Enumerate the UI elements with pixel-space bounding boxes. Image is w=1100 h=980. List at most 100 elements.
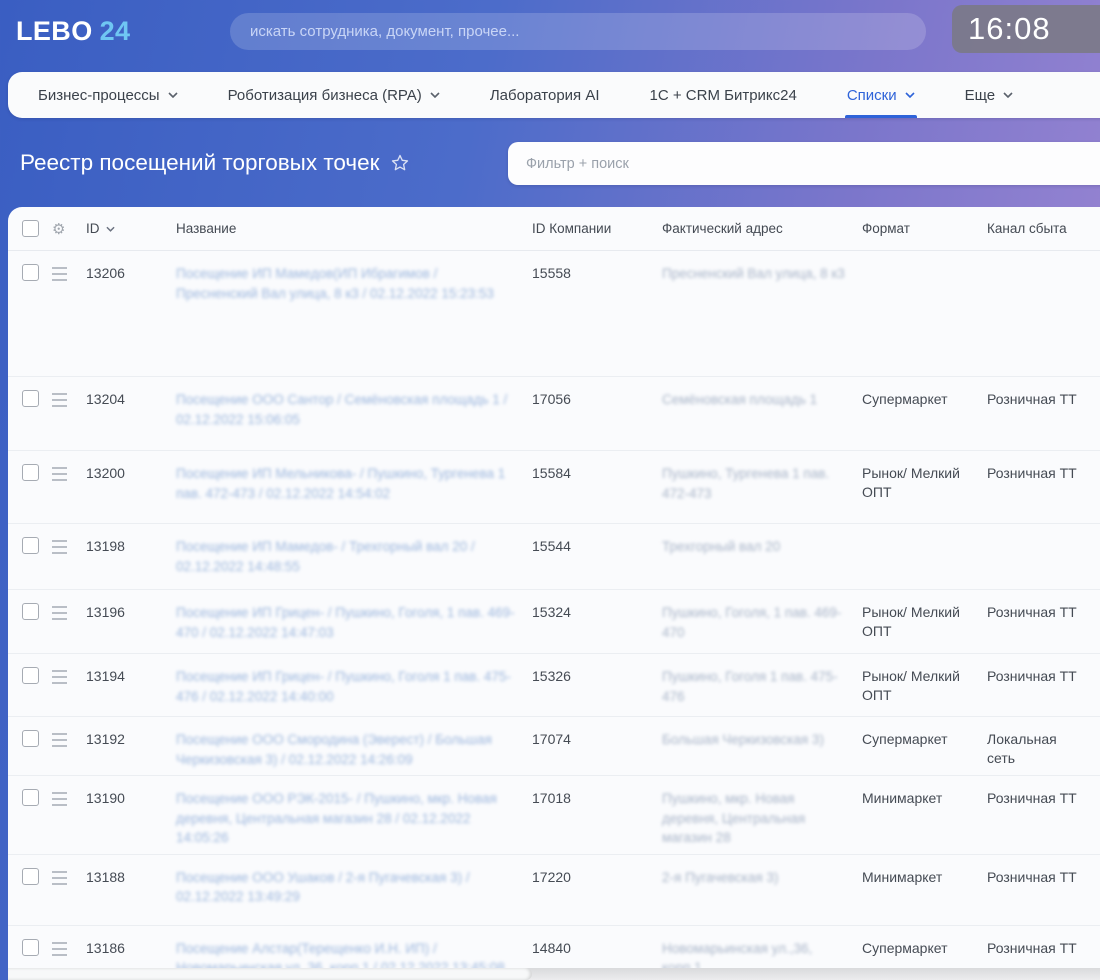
- chevron-down-icon: [905, 92, 915, 98]
- column-header-address[interactable]: Фактический адрес: [662, 221, 862, 236]
- column-header-name[interactable]: Название: [176, 221, 532, 236]
- row-name-link[interactable]: Посещение ИП Мельникова- / Пушкино, Тург…: [176, 451, 532, 509]
- table-row: 13192 Посещение ООО Смородина (Эверест) …: [8, 716, 1100, 775]
- nav-item[interactable]: Списки: [847, 72, 915, 118]
- row-checkbox[interactable]: [22, 390, 39, 407]
- list-table: ⚙ ID Название ID Компании Фактический ад…: [8, 207, 1100, 980]
- nav-item[interactable]: Роботизация бизнеса (RPA): [228, 72, 440, 118]
- nav-item[interactable]: 1С + CRM Битрикс24: [650, 72, 797, 118]
- row-format: Минимаркет: [862, 776, 987, 814]
- row-name-link[interactable]: Посещение ООО РЭК-2015- / Пушкино, мкр. …: [176, 776, 532, 854]
- row-format: Рынок/ Мелкий ОПТ: [862, 451, 987, 508]
- row-menu-cell: [52, 926, 86, 967]
- row-menu-cell: [52, 451, 86, 492]
- table-body: 13206 Посещение ИП Мамедов(ИП Ибрагимов …: [8, 251, 1100, 980]
- row-id: 13186: [86, 926, 176, 964]
- row-format: Супермаркет: [862, 377, 987, 415]
- app-logo[interactable]: LEBO24: [16, 16, 130, 47]
- nav-item-label: Бизнес-процессы: [38, 87, 160, 104]
- row-name-link[interactable]: Посещение ИП Грицен- / Пушкино, Гоголя 1…: [176, 654, 532, 712]
- row-menu-cell: [52, 776, 86, 817]
- row-company-id: 15584: [532, 451, 662, 489]
- row-format: Супермаркет: [862, 717, 987, 755]
- table-row: 13204 Посещение ООО Сантор / Семёновская…: [8, 376, 1100, 450]
- row-checkbox[interactable]: [22, 868, 39, 885]
- row-checkbox[interactable]: [22, 789, 39, 806]
- row-name-link[interactable]: Посещение ООО Смородина (Эверест) / Боль…: [176, 717, 532, 775]
- row-id: 13198: [86, 524, 176, 562]
- row-name-link[interactable]: Посещение ИП Грицен- / Пушкино, Гоголя, …: [176, 590, 532, 648]
- burger-menu-icon[interactable]: [52, 871, 67, 885]
- burger-menu-icon[interactable]: [52, 267, 67, 281]
- nav-item[interactable]: Еще: [965, 72, 1014, 118]
- burger-menu-icon[interactable]: [52, 792, 67, 806]
- page-title: Реестр посещений торговых точек: [20, 150, 410, 176]
- row-checkbox[interactable]: [22, 464, 39, 481]
- row-name-link[interactable]: Посещение ИП Мамедов(ИП Ибрагимов / Прес…: [176, 251, 532, 309]
- row-address: Пушкино, Гоголя, 1 пав. 469-470: [662, 590, 862, 648]
- horizontal-scrollbar[interactable]: [8, 968, 1100, 980]
- column-header-id-label: ID: [86, 221, 100, 236]
- row-format: [862, 251, 987, 270]
- global-search-input[interactable]: [230, 13, 926, 50]
- main-nav: Бизнес-процессы Роботизация бизнеса (RPA…: [8, 72, 1100, 118]
- column-header-channel[interactable]: Канал сбыта: [987, 221, 1100, 236]
- row-checkbox-cell: [22, 590, 52, 631]
- gear-icon[interactable]: ⚙: [52, 220, 65, 238]
- row-checkbox[interactable]: [22, 667, 39, 684]
- row-name-link[interactable]: Посещение ООО Сантор / Семёновская площа…: [176, 377, 532, 435]
- filter-search-input[interactable]: [508, 142, 1100, 185]
- column-header-id[interactable]: ID: [86, 221, 176, 236]
- row-company-id: 15326: [532, 654, 662, 692]
- row-format: Рынок/ Мелкий ОПТ: [862, 590, 987, 647]
- row-checkbox-cell: [22, 451, 52, 492]
- row-id: 13188: [86, 855, 176, 893]
- nav-item-label: 1С + CRM Битрикс24: [650, 87, 797, 104]
- burger-menu-icon[interactable]: [52, 733, 67, 747]
- row-checkbox-cell: [22, 776, 52, 817]
- row-checkbox[interactable]: [22, 537, 39, 554]
- row-name-link[interactable]: Посещение ИП Мамедов- / Трехгорный вал 2…: [176, 524, 532, 582]
- row-checkbox-cell: [22, 377, 52, 418]
- row-id: 13192: [86, 717, 176, 755]
- burger-menu-icon[interactable]: [52, 942, 67, 956]
- burger-menu-icon[interactable]: [52, 540, 67, 554]
- page-title-text: Реестр посещений торговых точек: [20, 150, 380, 176]
- row-channel: Розничная ТТ: [987, 776, 1100, 814]
- column-header-company-id[interactable]: ID Компании: [532, 221, 662, 236]
- nav-item[interactable]: Лаборатория AI: [490, 72, 600, 118]
- nav-item-label: Списки: [847, 87, 897, 104]
- row-menu-cell: [52, 855, 86, 896]
- column-header-format[interactable]: Формат: [862, 221, 987, 236]
- table-row: 13188 Посещение ООО Ушаков / 2-я Пугачев…: [8, 854, 1100, 925]
- burger-menu-icon[interactable]: [52, 606, 67, 620]
- burger-menu-icon[interactable]: [52, 393, 67, 407]
- horizontal-scrollbar-thumb[interactable]: [8, 968, 532, 980]
- burger-menu-icon[interactable]: [52, 467, 67, 481]
- row-channel: Розничная ТТ: [987, 590, 1100, 628]
- burger-menu-icon[interactable]: [52, 670, 67, 684]
- nav-item[interactable]: Бизнес-процессы: [38, 72, 178, 118]
- row-company-id: 15324: [532, 590, 662, 628]
- row-checkbox[interactable]: [22, 603, 39, 620]
- row-menu-cell: [52, 590, 86, 631]
- row-format: [862, 524, 987, 543]
- row-address: Пушкино, Тургенева 1 пав. 472-473: [662, 451, 862, 509]
- sort-chevron-icon: [106, 226, 115, 232]
- row-checkbox[interactable]: [22, 939, 39, 956]
- row-menu-cell: [52, 654, 86, 695]
- row-channel: Розничная ТТ: [987, 654, 1100, 692]
- nav-item-label: Еще: [965, 87, 996, 104]
- row-checkbox[interactable]: [22, 730, 39, 747]
- select-all-checkbox[interactable]: [22, 220, 39, 237]
- row-company-id: 15558: [532, 251, 662, 289]
- row-name-link[interactable]: Посещение ООО Ушаков / 2-я Пугачевская 3…: [176, 855, 532, 913]
- table-row: 13200 Посещение ИП Мельникова- / Пушкино…: [8, 450, 1100, 523]
- logo-primary: LEBO: [16, 16, 93, 46]
- clock-time: 16:08: [968, 11, 1051, 47]
- star-icon[interactable]: [390, 153, 410, 173]
- nav-item-label: Роботизация бизнеса (RPA): [228, 87, 422, 104]
- row-channel: Розничная ТТ: [987, 855, 1100, 893]
- row-checkbox[interactable]: [22, 264, 39, 281]
- row-id: 13196: [86, 590, 176, 628]
